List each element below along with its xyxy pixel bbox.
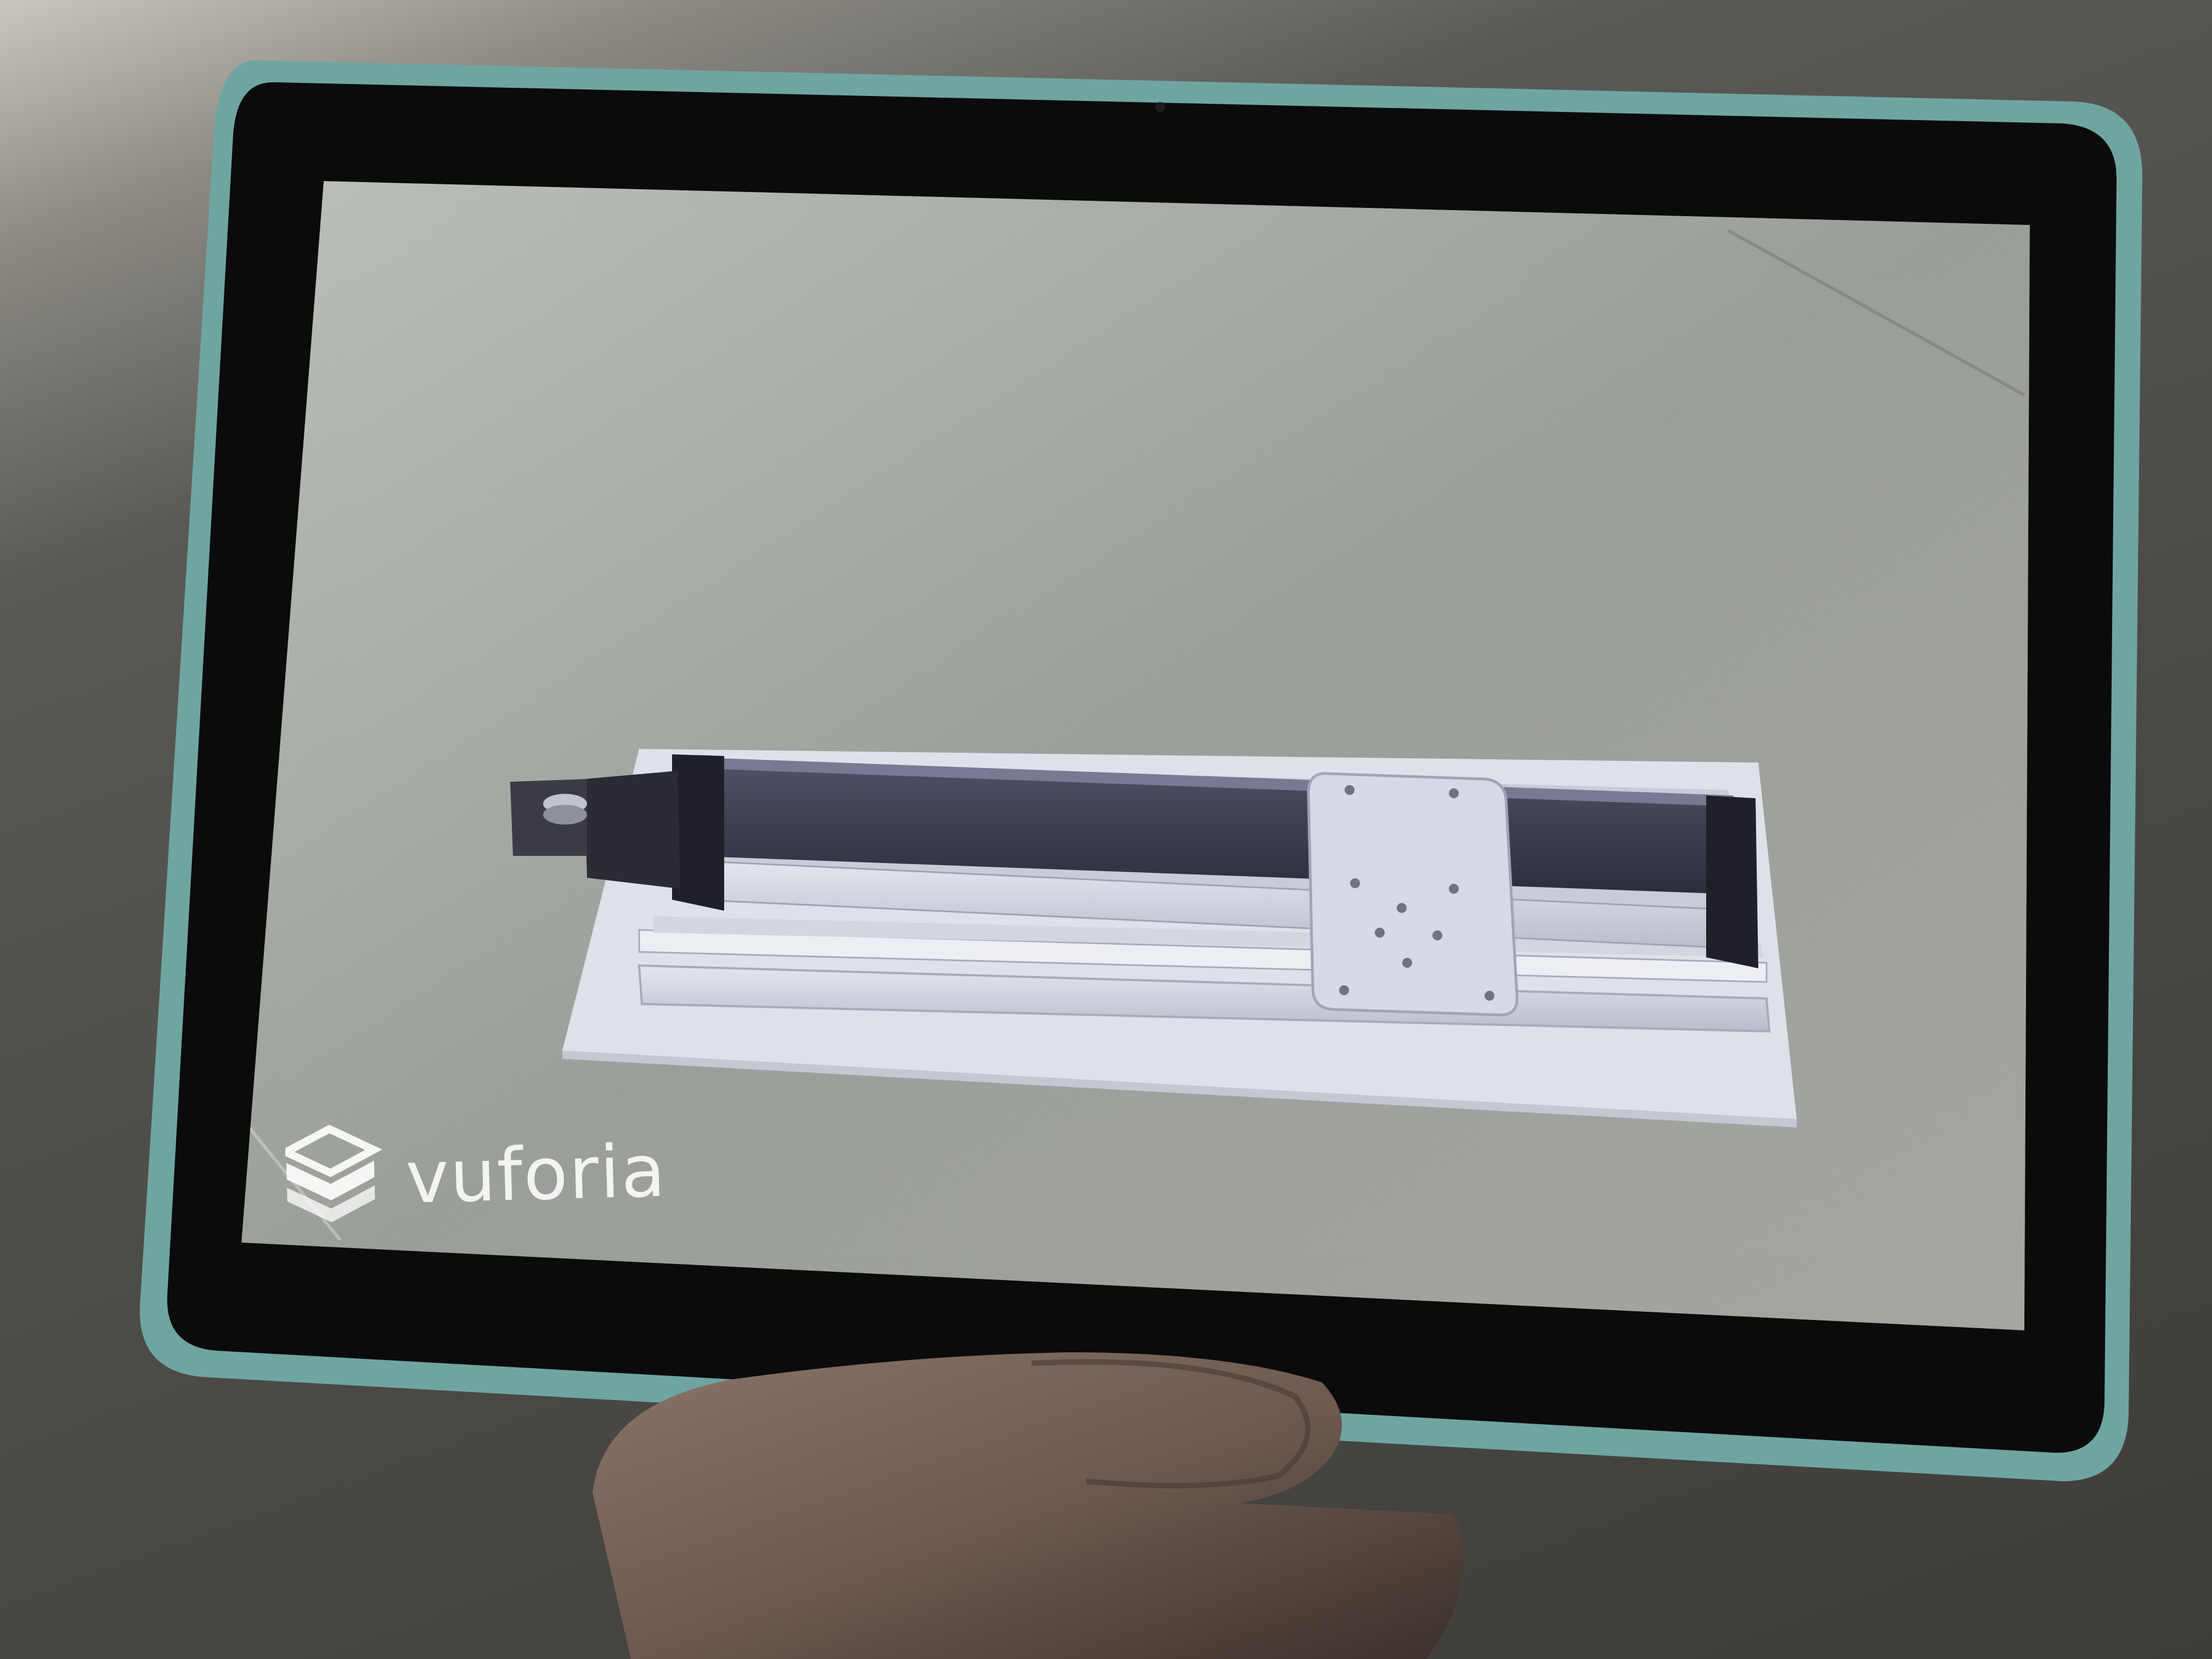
scene-drawing bbox=[139, 60, 2142, 1659]
front-camera-icon bbox=[1155, 102, 1165, 112]
carriage-plate bbox=[1307, 772, 1519, 1017]
hand bbox=[592, 1352, 1463, 1659]
servo-motor bbox=[584, 771, 680, 889]
ar-screen[interactable] bbox=[241, 181, 2030, 1330]
photo-scene: vuforia bbox=[0, 0, 2212, 1659]
connector-2 bbox=[543, 805, 587, 825]
far-end-cap bbox=[1706, 795, 1758, 968]
